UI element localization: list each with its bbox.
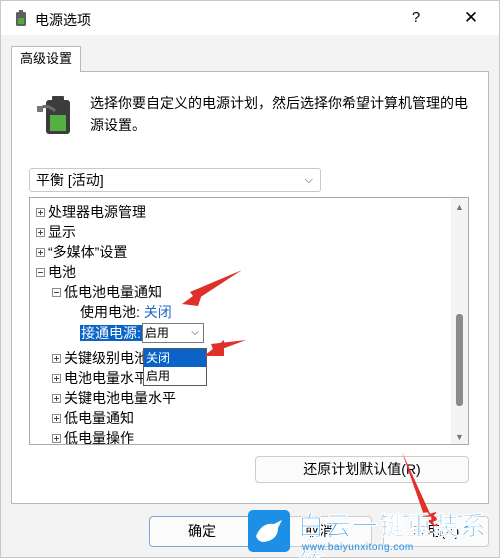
bird-logo-icon [248, 510, 290, 552]
combo-value: 启用 [144, 326, 169, 340]
plugged-in-combo[interactable]: 启用 ⌵ [141, 323, 204, 343]
tree-item[interactable]: “多媒体”设置 [36, 242, 127, 262]
expand-icon[interactable] [52, 354, 61, 363]
watermark-logo: 白云一键重装系统 www.baiyunxitong.com [246, 506, 500, 558]
restore-defaults-button[interactable]: 还原计划默认值(R) [255, 456, 469, 483]
power-plan-value: 平衡 [活动] [36, 172, 104, 188]
tree-item[interactable]: 低电池电量通知 [52, 282, 162, 302]
setting-value-link[interactable]: 关闭 [144, 304, 172, 320]
title-bar: 电源选项 ? ✕ [1, 1, 499, 35]
expand-icon[interactable] [36, 228, 45, 237]
tree-item[interactable]: 处理器电源管理 [36, 202, 146, 222]
tree-item[interactable]: 关键级别电池 [52, 348, 148, 368]
scroll-up-icon[interactable]: ▲ [455, 202, 464, 212]
ok-button[interactable]: 确定 [149, 516, 255, 547]
window-title: 电源选项 [35, 12, 91, 28]
setting-label-selected: 接通电源: [80, 325, 142, 341]
settings-tree[interactable]: 处理器电源管理 显示 “多媒体”设置 电池 低电池电量通知 使用电池: 关闭 接… [29, 197, 469, 445]
chevron-down-icon: ⌵ [191, 327, 199, 338]
collapse-icon[interactable] [52, 288, 61, 297]
expand-icon[interactable] [36, 208, 45, 217]
setting-plugged-in[interactable]: 接通电源: 启用 ⌵ [80, 323, 204, 343]
option-item[interactable]: 启用 [144, 367, 206, 385]
expand-icon[interactable] [52, 434, 61, 443]
scroll-down-icon[interactable]: ▼ [455, 432, 464, 442]
tree-item[interactable]: 电池电量水平 [52, 368, 148, 388]
collapse-icon[interactable] [36, 268, 45, 277]
tree-scrollbar[interactable]: ▲ ▼ [451, 198, 468, 444]
tab-advanced-settings[interactable]: 高级设置 [11, 46, 81, 72]
battery-plan-icon [37, 96, 70, 134]
tree-item[interactable]: 低电量通知 [52, 408, 134, 428]
expand-icon[interactable] [36, 248, 45, 257]
expand-icon[interactable] [52, 374, 61, 383]
scroll-thumb[interactable] [456, 314, 463, 406]
option-item[interactable]: 关闭 [144, 349, 206, 367]
tree-item[interactable]: 显示 [36, 222, 76, 242]
expand-icon[interactable] [52, 414, 61, 423]
plugged-in-options-list[interactable]: 关闭 启用 [143, 348, 207, 386]
battery-plug-icon [16, 10, 26, 26]
setting-label: 使用电池: [80, 304, 140, 320]
tree-item[interactable]: 关键电池电量水平 [52, 388, 176, 408]
plan-description: 选择你要自定义的电源计划，然后选择你希望计算机管理的电源设置。 [90, 95, 468, 133]
chevron-down-icon: ⌵ [304, 174, 313, 186]
power-options-dialog: 电源选项 ? ✕ 高级设置 选择你要自定义的电源计划，然后选择你希望计算机管理的… [0, 0, 500, 558]
tree-item[interactable]: 电池 [36, 262, 76, 282]
tree-item[interactable]: 低电量操作 [52, 428, 134, 444]
setting-on-battery[interactable]: 使用电池: 关闭 [80, 302, 172, 322]
close-button[interactable]: ✕ [456, 6, 486, 30]
expand-icon[interactable] [52, 394, 61, 403]
watermark-url: www.baiyunxitong.com [302, 542, 414, 553]
power-plan-select[interactable]: 平衡 [活动] ⌵ [29, 168, 321, 192]
help-button[interactable]: ? [401, 6, 431, 30]
